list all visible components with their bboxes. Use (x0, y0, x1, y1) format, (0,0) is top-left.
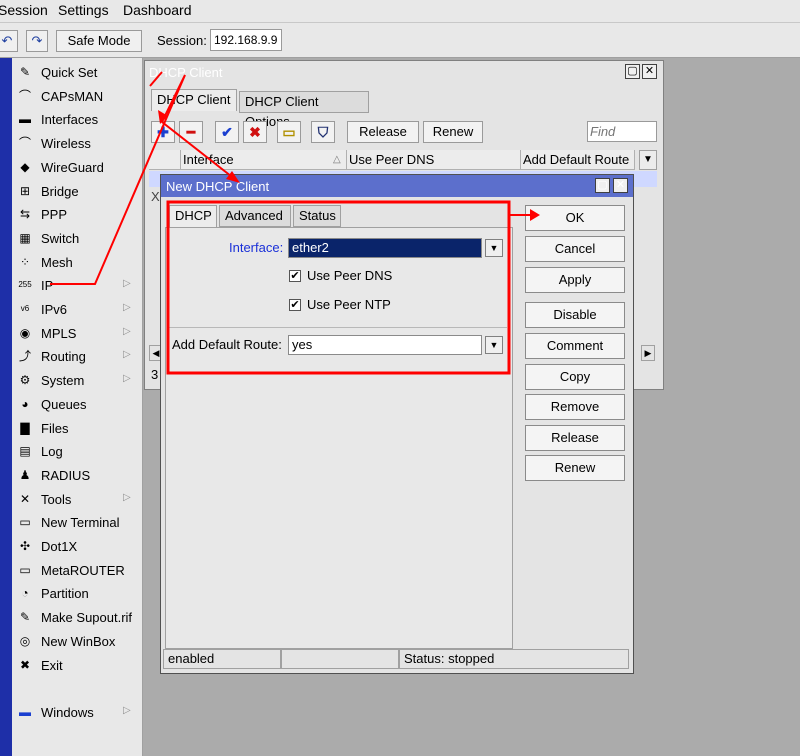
annotation-arrow-title (149, 71, 163, 87)
annotation-arrowhead-ok (530, 209, 540, 221)
annotation-overlay (50, 71, 540, 375)
annotation-arrow-ip-to-add (50, 74, 186, 285)
annotation-arrow-add-to-dialog (161, 121, 237, 181)
annotation-highlight-box (166, 200, 511, 375)
